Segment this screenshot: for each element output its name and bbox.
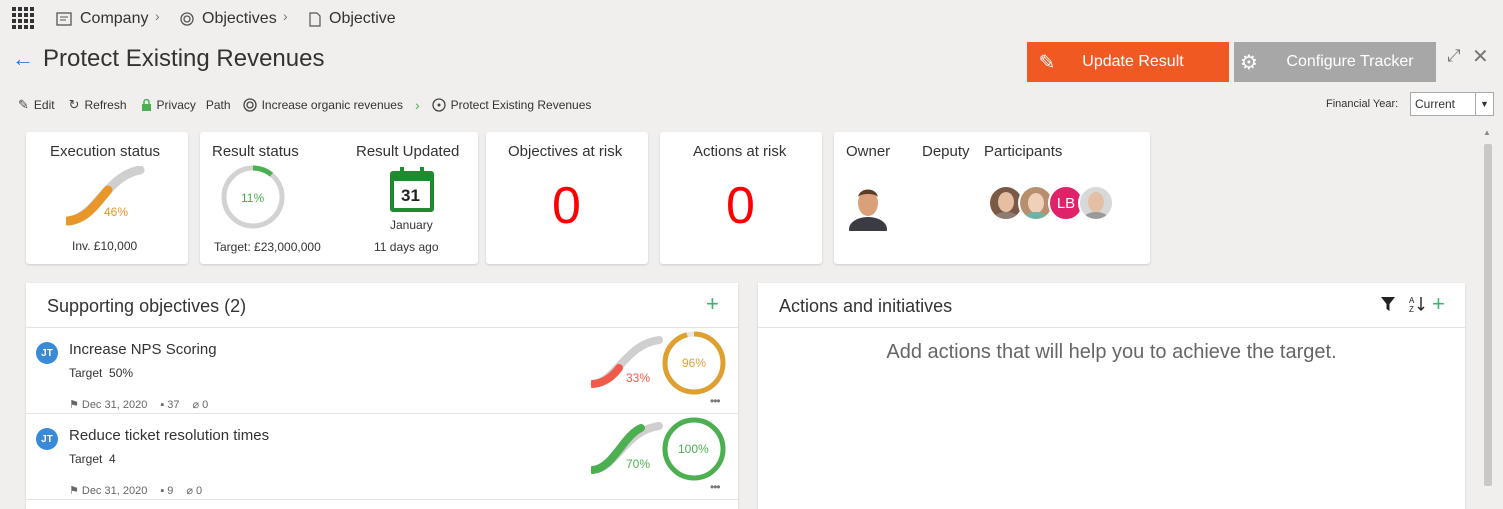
close-icon[interactable]: ✕ [1472, 44, 1489, 69]
flag-icon: ⚑ [69, 399, 79, 411]
updated-ago: 11 days ago [374, 240, 439, 254]
people-card: Owner Deputy Participants LB [834, 132, 1150, 264]
supporting-objectives-panel: Supporting objectives (2) + JT Increase … [26, 283, 738, 509]
scrollbar-thumb[interactable] [1484, 144, 1492, 486]
objective-row[interactable]: JT Increase NPS Scoring Target 50% ⚑ Dec… [26, 328, 738, 413]
comment-icon: ▪ [160, 484, 165, 497]
app-grid-icon[interactable] [12, 7, 34, 29]
lock-icon [141, 98, 151, 111]
financial-year-label: Financial Year: [1326, 98, 1399, 110]
privacy-button[interactable]: Privacy [141, 98, 196, 112]
objective-title[interactable]: Reduce ticket resolution times [69, 427, 269, 444]
document-icon [309, 11, 321, 27]
breadcrumb-company[interactable]: Company [56, 10, 148, 28]
execution-percent: 46% [104, 205, 129, 219]
result-percent: 96% [682, 356, 707, 370]
more-options-icon[interactable]: ••• [710, 480, 721, 494]
page-title: Protect Existing Revenues [43, 45, 325, 72]
breadcrumb-chevron-icon: › [283, 8, 288, 24]
result-percent: 100% [678, 442, 709, 456]
panel-divider [758, 327, 1465, 328]
back-arrow-icon[interactable]: ← [12, 46, 34, 72]
objective-row[interactable]: JT Reduce ticket resolution times Target… [26, 414, 738, 499]
attachment-icon: ⌀ [192, 399, 200, 411]
pencil-icon: ✎ [1038, 51, 1056, 74]
execution-percent: 33% [626, 371, 651, 385]
target-icon [242, 98, 257, 112]
edit-button[interactable]: ✎ Edit [18, 97, 55, 113]
objective-target: Target 4 [69, 452, 116, 466]
breadcrumb-objective-label: Objective [329, 10, 396, 27]
result-target: Target: £23,000,000 [214, 240, 321, 254]
configure-tracker-button[interactable]: ⚙ Configure Tracker [1234, 42, 1436, 82]
actions-empty-message: Add actions that will help you to achiev… [886, 341, 1337, 363]
breadcrumb-objectives[interactable]: Objectives [180, 10, 277, 28]
owner-initials-avatar: JT [36, 342, 58, 364]
calendar-day: 31 [401, 186, 420, 205]
objectives-at-risk-count: 0 [552, 177, 581, 235]
svg-text:Z: Z [1409, 305, 1414, 313]
actions-panel-title: Actions and initiatives [779, 296, 953, 316]
flag-icon: ⚑ [69, 485, 79, 497]
supporting-objectives-title: Supporting objectives (2) [47, 296, 247, 316]
pencil-icon: ✎ [18, 97, 29, 112]
execution-percent: 70% [626, 457, 651, 471]
attachment-icon: ⌀ [186, 485, 193, 497]
path-item-current[interactable]: Protect Existing Revenues [432, 98, 591, 112]
path-label: Path [205, 98, 231, 112]
actions-at-risk-card[interactable]: Actions at risk 0 [660, 132, 822, 264]
calendar-month: January [390, 218, 433, 232]
comment-icon: ▪ [160, 398, 165, 411]
row-divider [26, 499, 738, 500]
refresh-button[interactable]: ↻ Refresh [69, 97, 127, 113]
participant-avatar[interactable] [1078, 185, 1114, 221]
objective-meta: ⚑ Dec 31, 2020 ▪ 9 ⌀ 0 [69, 484, 203, 498]
breadcrumb-company-label: Company [80, 10, 149, 27]
objective-title[interactable]: Increase NPS Scoring [69, 341, 217, 358]
sort-icon[interactable]: AZ [1409, 295, 1425, 313]
objective-meta: ⚑ Dec 31, 2020 ▪ 37 ⌀ 0 [69, 398, 209, 412]
actions-panel: Actions and initiatives AZ + Add actions… [758, 283, 1465, 509]
company-icon [56, 12, 72, 26]
refresh-icon: ↻ [68, 97, 80, 112]
objectives-at-risk-card[interactable]: Objectives at risk 0 [486, 132, 648, 264]
path-chevron-icon: › [414, 97, 420, 113]
participant-photo-icon [1080, 187, 1112, 219]
add-objective-icon[interactable]: + [706, 291, 719, 317]
breadcrumb-objectives-label: Objectives [202, 10, 277, 27]
investment-value: Inv. £10,000 [72, 239, 138, 253]
add-action-icon[interactable]: + [1432, 291, 1445, 317]
circle-dot-icon [432, 98, 446, 112]
actions-at-risk-count: 0 [726, 177, 755, 235]
update-result-button[interactable]: ✎ Update Result [1027, 42, 1229, 82]
objective-toolbar: ✎ Edit ↻ Refresh Privacy Path Increase o… [18, 96, 591, 114]
svg-text:A: A [1409, 296, 1415, 305]
gear-icon: ⚙ [1240, 51, 1258, 74]
target-icon [180, 12, 194, 26]
result-percent: 11% [241, 191, 265, 205]
expand-icon[interactable]: ⤢ [1447, 46, 1461, 66]
execution-status-card: Execution status 46% Inv. £10,000 [26, 132, 188, 264]
more-options-icon[interactable]: ••• [710, 394, 721, 408]
page-scrollbar[interactable]: ▲ [1480, 126, 1496, 509]
result-card: Result status 11% Target: £23,000,000 Re… [200, 132, 478, 264]
objective-target: Target 50% [69, 366, 134, 380]
filter-icon[interactable] [1380, 296, 1396, 312]
financial-year-select[interactable]: Current ▼ [1410, 92, 1494, 116]
path-item-parent[interactable]: Increase organic revenues [242, 98, 403, 112]
breadcrumb-objective[interactable]: Objective [309, 10, 396, 28]
owner-avatar[interactable] [848, 183, 888, 231]
owner-initials-avatar: JT [36, 428, 58, 450]
scroll-up-icon[interactable]: ▲ [1483, 128, 1491, 137]
breadcrumb-chevron-icon: › [155, 8, 160, 24]
chevron-down-icon: ▼ [1475, 93, 1493, 115]
